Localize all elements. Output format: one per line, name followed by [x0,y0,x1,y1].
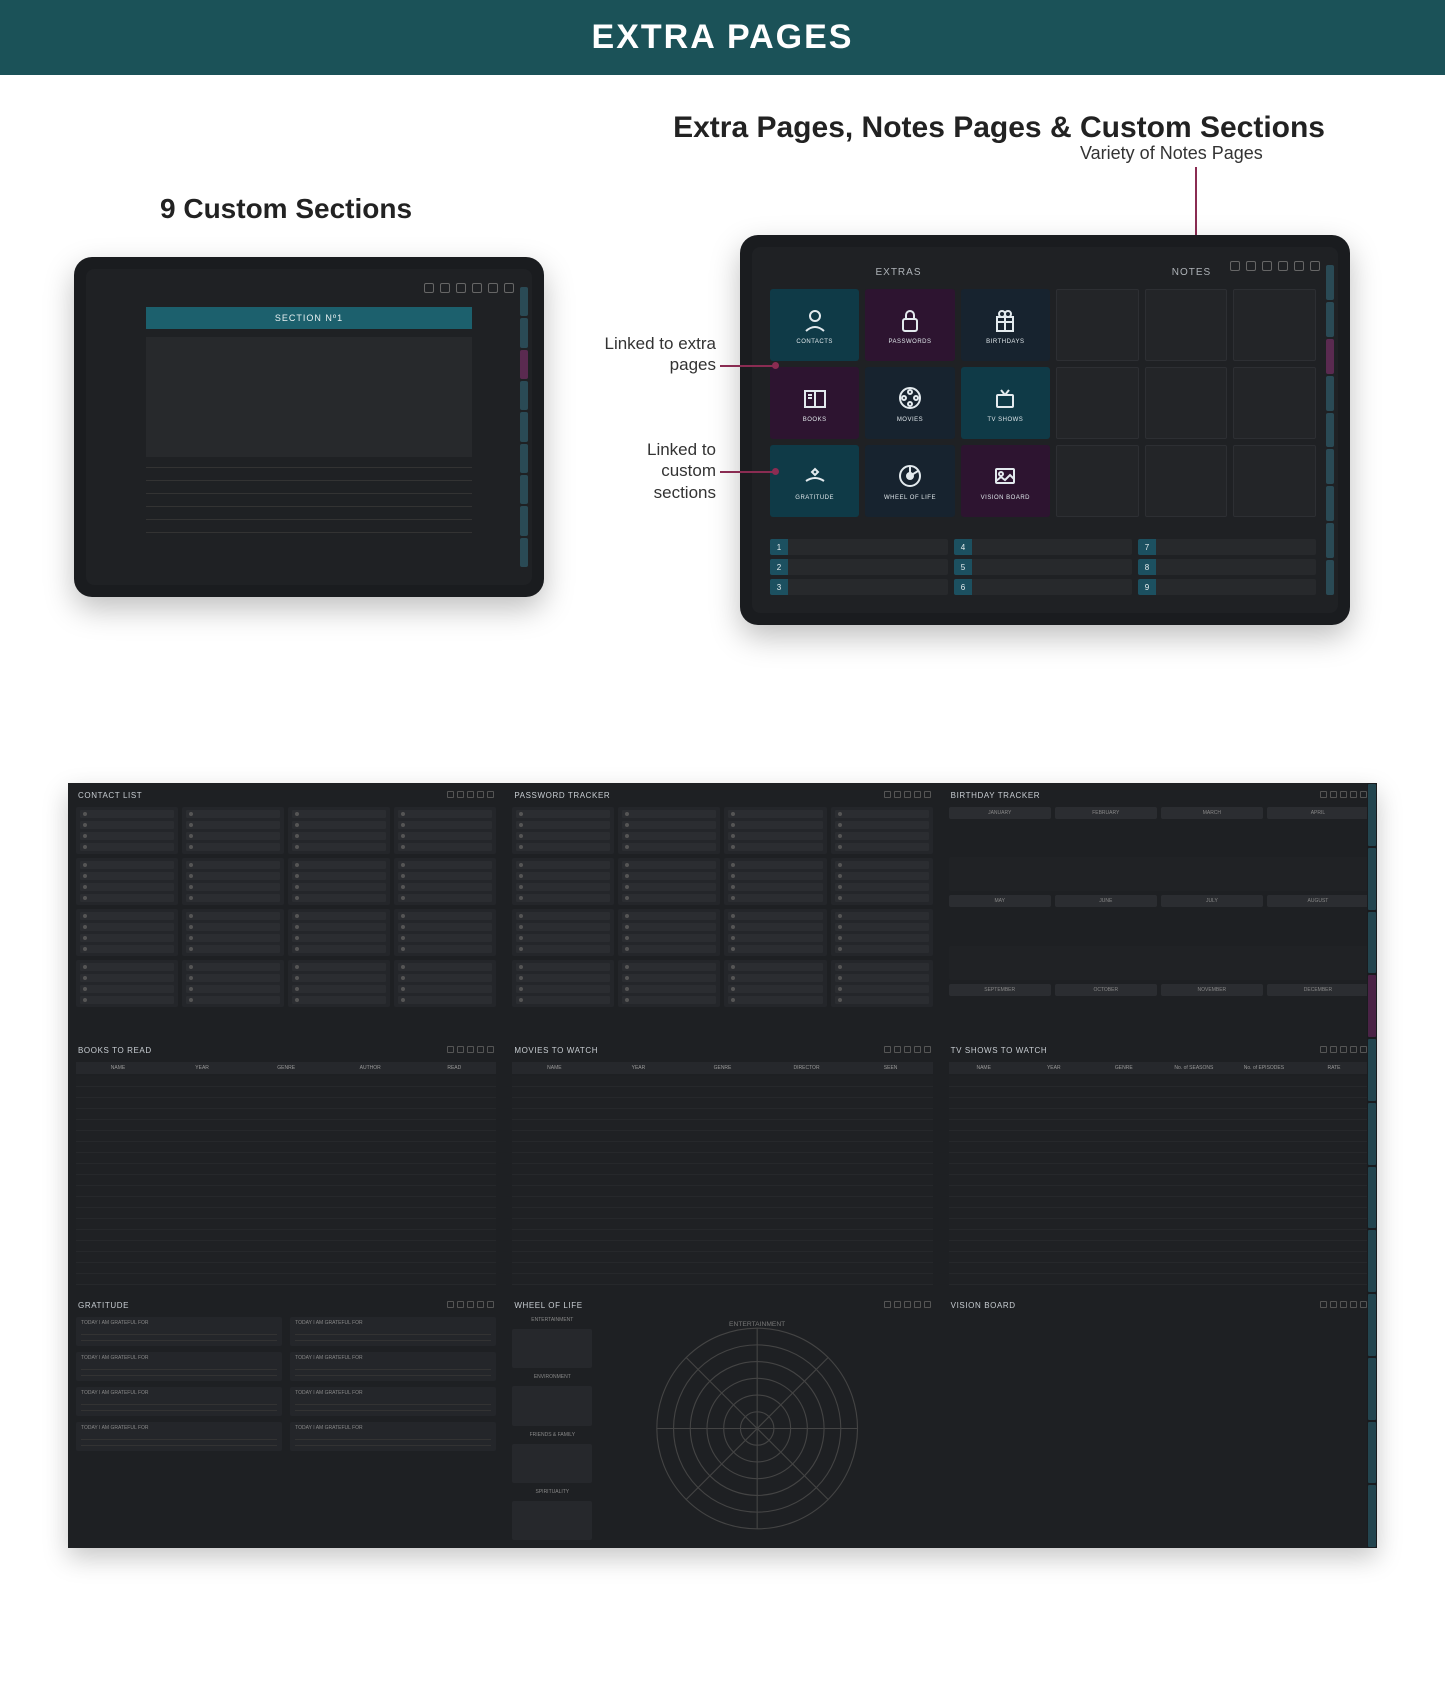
extras-tablet: EXTRAS NOTES CONTACTS PASSWORDS BIRTHDAY… [740,235,1350,625]
linked-custom-line [720,471,774,473]
tile-books[interactable]: BOOKS [770,367,859,439]
section-link-3[interactable]: 3 [770,579,948,595]
section-link-2[interactable]: 2 [770,559,948,575]
notes-grid [1056,289,1316,517]
tile-passwords[interactable]: PASSWORDS [865,289,954,361]
page-gratitude: GRATITUDE TODAY I AM GRATEFUL FOR TODAY … [68,1293,504,1548]
grid-side-tabs [1367,783,1377,1548]
notes-lined-narrow[interactable] [1145,289,1228,361]
side-tabs [520,287,528,567]
page-wheel: WHEEL OF LIFE ENTERTAINMENT ENVIRONMENT … [504,1293,940,1548]
custom-section-tablet: SECTION Nº1 [74,257,544,597]
extras-grid: CONTACTS PASSWORDS BIRTHDAYS BOOKS MOVIE… [770,289,1050,517]
top-area: Extra Pages, Notes Pages & Custom Sectio… [0,75,1445,783]
person-icon [800,305,830,335]
hands-heart-icon [800,461,830,491]
gift-icon [990,305,1020,335]
notes-blank2[interactable] [1233,367,1316,439]
extras-col-header: EXTRAS [752,267,1045,278]
custom-sections-heading: 9 Custom Sections [160,193,412,225]
section-link-9[interactable]: 9 [1138,579,1316,595]
linked-extra-label: Linked to extra pages [596,333,716,376]
notes-blank[interactable] [1056,367,1139,439]
section-link-4[interactable]: 4 [954,539,1132,555]
pie-chart-icon [895,461,925,491]
tile-visionboard[interactable]: VISION BOARD [961,445,1050,517]
section-link-5[interactable]: 5 [954,559,1132,575]
book-icon [800,383,830,413]
film-reel-icon [895,383,925,413]
pages-grid: CONTACT LIST PASSWORD TRACKER BIRTHDAY T… [68,783,1377,1548]
page-password-tracker: PASSWORD TRACKER [504,783,940,1038]
notes-grid-large[interactable] [1145,445,1228,517]
lock-icon [895,305,925,335]
section-link-6[interactable]: 6 [954,579,1132,595]
linked-custom-dot [772,468,779,475]
page-contact-list: CONTACT LIST [68,783,504,1038]
section-content-box [146,337,472,457]
tile-birthdays[interactable]: BIRTHDAYS [961,289,1050,361]
tile-wheel[interactable]: WHEEL OF LIFE [865,445,954,517]
page-banner: EXTRA PAGES [0,0,1445,75]
section-link-7[interactable]: 7 [1138,539,1316,555]
linked-custom-label: Linked to custom sections [596,439,716,503]
linked-extra-dot [772,362,779,369]
notes-lined-invis[interactable] [1233,445,1316,517]
page-birthday-tracker: BIRTHDAY TRACKER JANUARYFEBRUARYMARCHAPR… [941,783,1377,1038]
section-title-bar: SECTION Nº1 [146,307,472,329]
tile-contacts[interactable]: CONTACTS [770,289,859,361]
page-books: BOOKS TO READ NAMEYEARGENREAUTHORREAD [68,1038,504,1293]
image-icon [990,461,1020,491]
side-tabs [1326,265,1334,595]
tile-tvshows[interactable]: TV SHOWS [961,367,1050,439]
tv-icon [990,383,1020,413]
page-tvshows: TV SHOWS TO WATCH NAMEYEARGENRENo. of SE… [941,1038,1377,1293]
mini-toolbar [424,283,514,293]
section-lines [146,467,472,545]
page-vision-board: VISION BOARD [941,1293,1377,1548]
notes-dotted[interactable] [1233,289,1316,361]
custom-sections-row: 1 2 3 4 5 6 7 8 9 [770,539,1316,595]
section-link-8[interactable]: 8 [1138,559,1316,575]
tile-movies[interactable]: MOVIES [865,367,954,439]
variety-label: Variety of Notes Pages [1080,143,1263,164]
page-movies: MOVIES TO WATCH NAMEYEARGENREDIRECTORSEE… [504,1038,940,1293]
linked-extra-line [720,365,774,367]
tile-gratitude[interactable]: GRATITUDE [770,445,859,517]
subheading: Extra Pages, Notes Pages & Custom Sectio… [60,111,1325,145]
notes-squared[interactable] [1056,289,1139,361]
wheel-radar: ENTERTAINMENT [612,1317,902,1540]
notes-lined-wide[interactable] [1145,367,1228,439]
notes-grid-small[interactable] [1056,445,1139,517]
notes-col-header: NOTES [1045,267,1338,278]
section-link-1[interactable]: 1 [770,539,948,555]
svg-text:ENTERTAINMENT: ENTERTAINMENT [729,1321,785,1328]
